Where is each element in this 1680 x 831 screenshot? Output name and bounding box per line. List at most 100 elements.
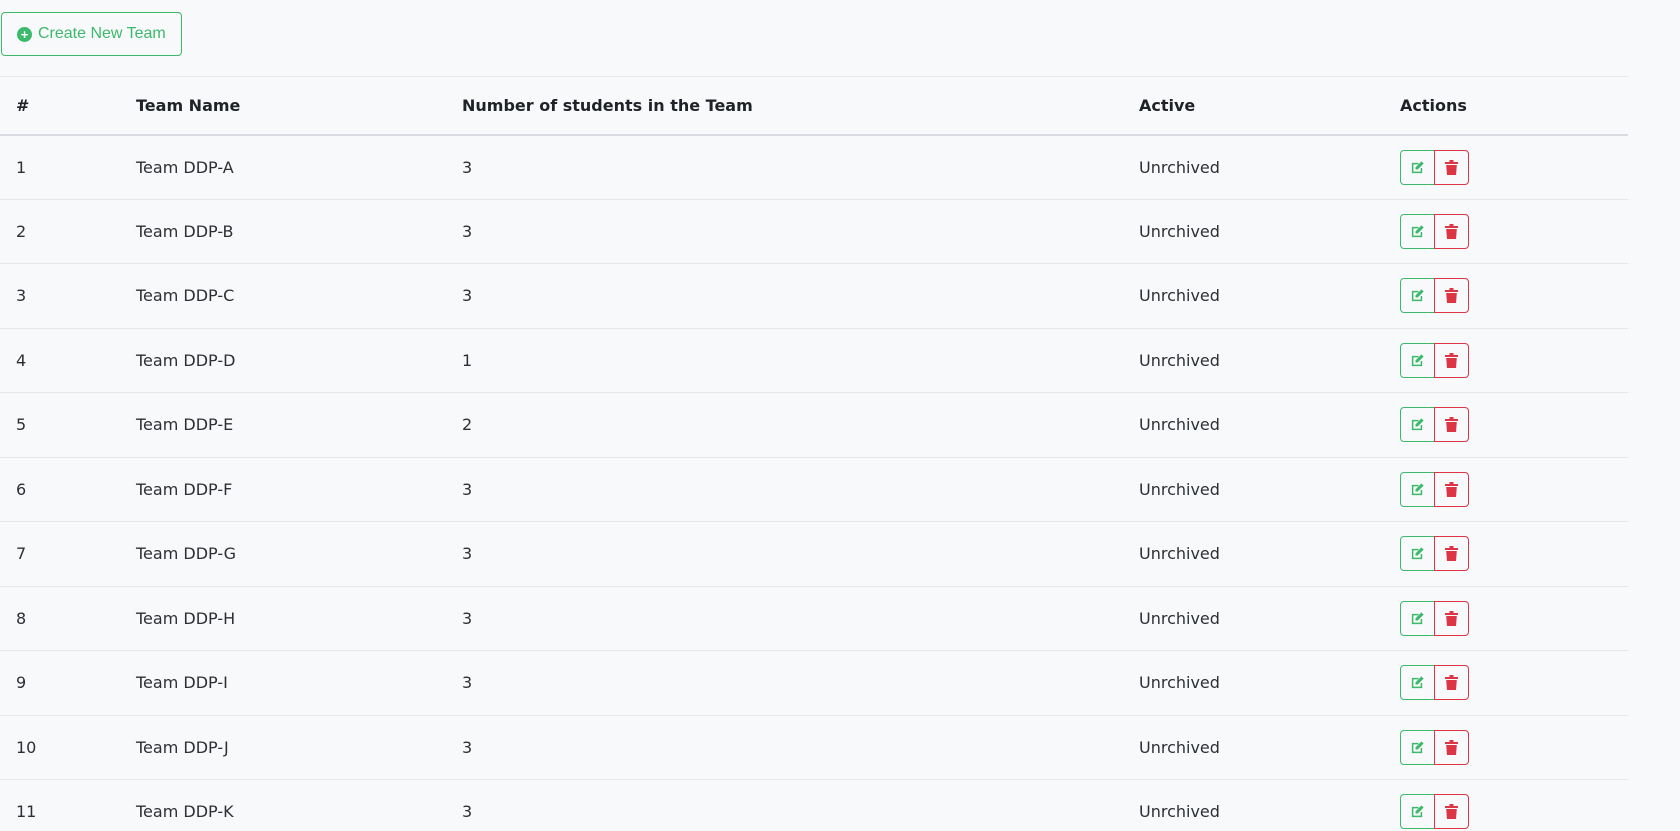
- action-group: [1400, 278, 1469, 314]
- action-group: [1400, 600, 1469, 636]
- table-header: # Team Name Number of students in the Te…: [0, 76, 1628, 135]
- active-status: Unrchived: [1139, 286, 1220, 306]
- student-count: 3: [462, 286, 473, 306]
- edit-team-button[interactable]: [1400, 342, 1435, 378]
- header-actions: Actions: [1400, 95, 1467, 115]
- team-name: Team DDP-C: [136, 286, 235, 306]
- header-team-name: Team Name: [136, 95, 241, 115]
- student-count: 3: [462, 802, 473, 822]
- header-row: # Team Name Number of students in the Te…: [0, 76, 1628, 135]
- delete-team-button[interactable]: [1434, 471, 1469, 507]
- action-group: [1400, 665, 1469, 701]
- row-number: 1: [16, 157, 27, 177]
- delete-team-button[interactable]: [1434, 600, 1469, 636]
- row-actions: [1384, 328, 1628, 393]
- team-name: Team DDP-K: [136, 802, 234, 822]
- trash-icon: [1445, 223, 1458, 239]
- delete-team-button[interactable]: [1434, 665, 1469, 701]
- edit-team-button[interactable]: [1400, 600, 1435, 636]
- active-status: Unrchived: [1139, 350, 1220, 370]
- table-row: 5 Team DDP-E 2 Unrchived: [0, 393, 1628, 458]
- row-actions: [1384, 457, 1628, 522]
- delete-team-button[interactable]: [1434, 794, 1469, 830]
- active-status: Unrchived: [1139, 737, 1220, 757]
- table-row: 11 Team DDP-K 3 Unrchived: [0, 780, 1628, 831]
- table-row: 9 Team DDP-I 3 Unrchived: [0, 651, 1628, 716]
- edit-team-button[interactable]: [1400, 149, 1435, 185]
- edit-team-button[interactable]: [1400, 536, 1435, 572]
- delete-team-button[interactable]: [1434, 729, 1469, 765]
- edit-icon: [1410, 804, 1425, 819]
- student-count: 1: [462, 350, 473, 370]
- edit-icon: [1410, 611, 1425, 626]
- edit-icon: [1410, 740, 1425, 755]
- row-number: 8: [16, 608, 27, 628]
- edit-icon: [1410, 160, 1425, 175]
- table-row: 3 Team DDP-C 3 Unrchived: [0, 264, 1628, 328]
- row-number: 3: [16, 286, 27, 306]
- trash-icon: [1445, 352, 1458, 368]
- team-name: Team DDP-A: [136, 157, 234, 177]
- action-group: [1400, 342, 1469, 378]
- table-row: 10 Team DDP-J 3 Unrchived: [0, 715, 1628, 780]
- row-number: 7: [16, 544, 27, 564]
- edit-team-button[interactable]: [1400, 278, 1435, 314]
- row-actions: [1384, 199, 1628, 264]
- table-row: 8 Team DDP-H 3 Unrchived: [0, 586, 1628, 651]
- edit-icon: [1410, 482, 1425, 497]
- edit-team-button[interactable]: [1400, 213, 1435, 249]
- delete-team-button[interactable]: [1434, 342, 1469, 378]
- trash-icon: [1445, 288, 1458, 304]
- trash-icon: [1445, 804, 1458, 820]
- delete-team-button[interactable]: [1434, 407, 1469, 443]
- row-number: 11: [16, 802, 37, 822]
- action-group: [1400, 471, 1469, 507]
- team-name: Team DDP-G: [136, 544, 237, 564]
- team-name: Team DDP-H: [136, 608, 236, 628]
- row-actions: [1384, 586, 1628, 651]
- student-count: 2: [462, 415, 473, 435]
- delete-team-button[interactable]: [1434, 213, 1469, 249]
- trash-icon: [1445, 610, 1458, 626]
- delete-team-button[interactable]: [1434, 149, 1469, 185]
- trash-icon: [1445, 675, 1458, 691]
- trash-icon: [1445, 546, 1458, 562]
- delete-team-button[interactable]: [1434, 278, 1469, 314]
- row-actions: [1384, 715, 1628, 780]
- edit-icon: [1410, 675, 1425, 690]
- team-name: Team DDP-J: [136, 737, 229, 757]
- active-status: Unrchived: [1139, 415, 1220, 435]
- teams-table: # Team Name Number of students in the Te…: [0, 76, 1628, 831]
- action-group: [1400, 407, 1469, 443]
- team-name: Team DDP-D: [136, 350, 236, 370]
- edit-team-button[interactable]: [1400, 794, 1435, 830]
- row-actions: [1384, 393, 1628, 458]
- action-group: [1400, 213, 1469, 249]
- action-group: [1400, 794, 1469, 830]
- row-number: 2: [16, 221, 27, 241]
- table-row: 2 Team DDP-B 3 Unrchived: [0, 199, 1628, 264]
- student-count: 3: [462, 479, 473, 499]
- action-group: [1400, 536, 1469, 572]
- trash-icon: [1445, 481, 1458, 497]
- active-status: Unrchived: [1139, 157, 1220, 177]
- edit-team-button[interactable]: [1400, 407, 1435, 443]
- edit-team-button[interactable]: [1400, 471, 1435, 507]
- create-new-team-button[interactable]: + Create New Team: [1, 12, 182, 56]
- trash-icon: [1445, 417, 1458, 433]
- team-name: Team DDP-E: [136, 415, 234, 435]
- row-number: 6: [16, 479, 27, 499]
- edit-team-button[interactable]: [1400, 729, 1435, 765]
- table-row: 1 Team DDP-A 3 Unrchived: [0, 135, 1628, 199]
- team-name: Team DDP-F: [136, 479, 233, 499]
- row-number: 4: [16, 350, 27, 370]
- row-number: 10: [16, 737, 37, 757]
- header-student-count: Number of students in the Team: [462, 95, 753, 115]
- team-name: Team DDP-I: [136, 673, 228, 693]
- delete-team-button[interactable]: [1434, 536, 1469, 572]
- edit-team-button[interactable]: [1400, 665, 1435, 701]
- row-actions: [1384, 651, 1628, 716]
- active-status: Unrchived: [1139, 479, 1220, 499]
- table-row: 6 Team DDP-F 3 Unrchived: [0, 457, 1628, 522]
- header-active: Active: [1139, 95, 1196, 115]
